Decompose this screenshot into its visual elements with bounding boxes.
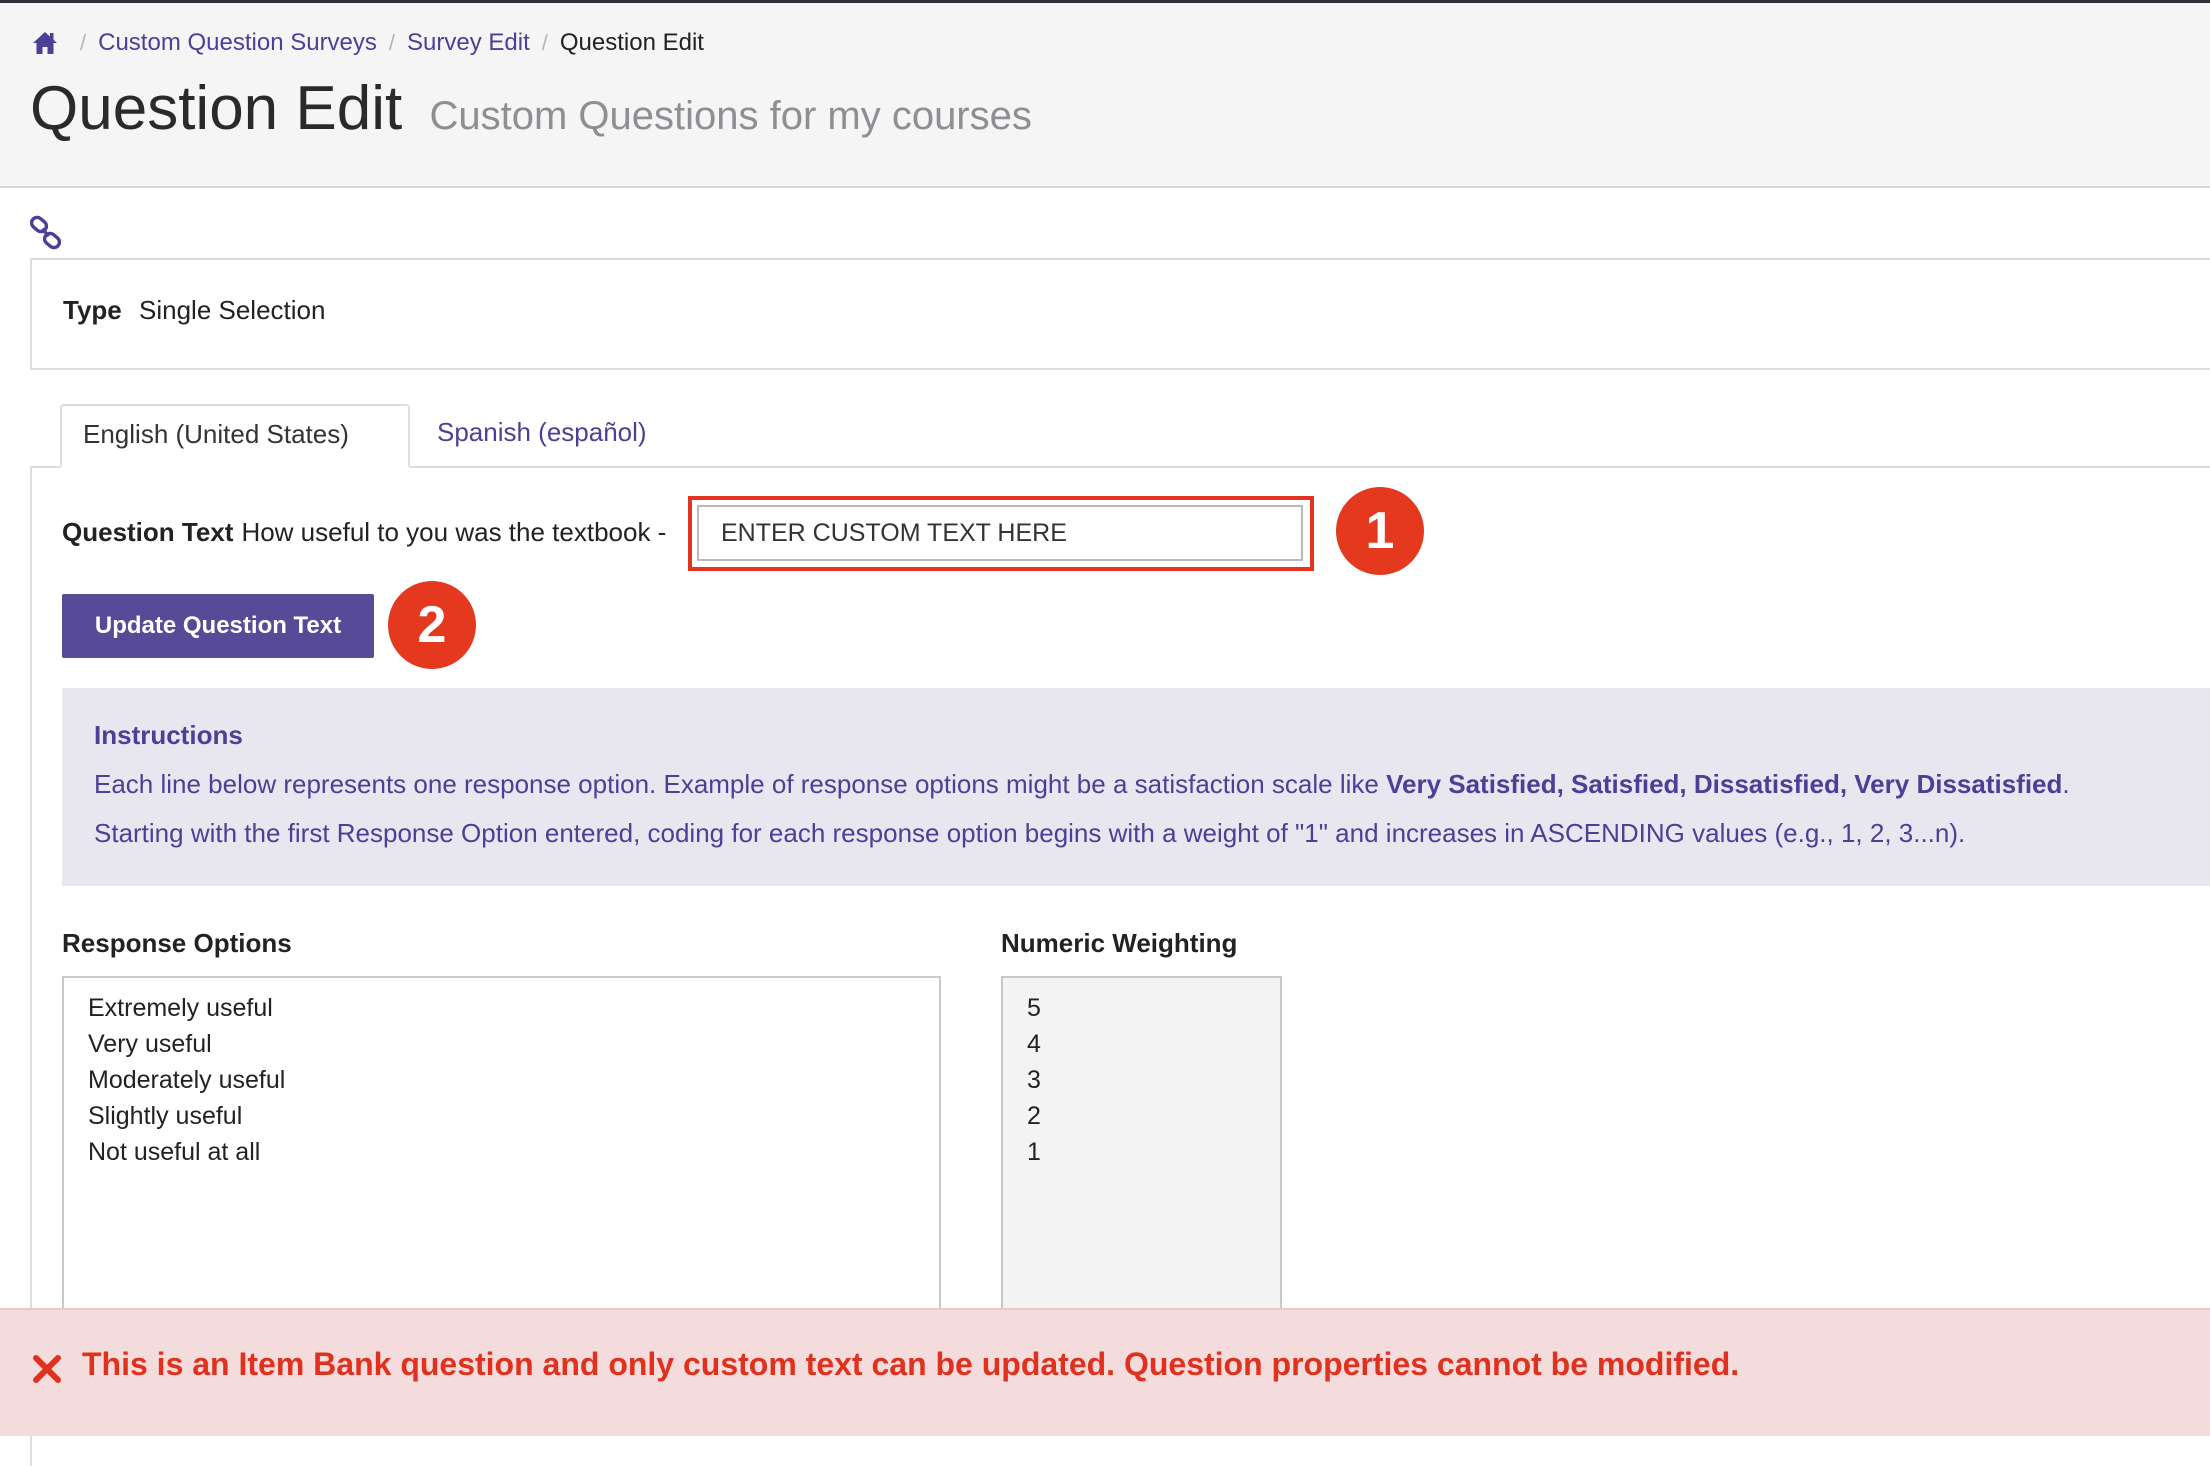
response-option: Moderately useful bbox=[88, 1066, 286, 1094]
instructions-line-1: Each line below represents one response … bbox=[94, 760, 2190, 809]
weight-value: 2 bbox=[1027, 1102, 1041, 1130]
error-banner: This is an Item Bank question and only c… bbox=[0, 1308, 2210, 1436]
tab-english[interactable]: English (United States) bbox=[60, 404, 410, 468]
breadcrumb-separator: / bbox=[388, 30, 396, 55]
instructions-panel: Instructions Each line below represents … bbox=[62, 688, 2210, 886]
instructions-title: Instructions bbox=[94, 720, 243, 750]
update-question-text-button[interactable]: Update Question Text bbox=[62, 594, 374, 658]
question-text-row: Question Text How useful to you was the … bbox=[62, 512, 666, 552]
response-option: Extremely useful bbox=[88, 994, 273, 1022]
breadcrumb-custom-question-surveys[interactable]: Custom Question Surveys bbox=[98, 29, 377, 57]
instructions-line-1-prefix: Each line below represents one response … bbox=[94, 769, 1387, 799]
question-type-label: Type bbox=[63, 295, 122, 325]
page-subtitle: Custom Questions for my courses bbox=[429, 94, 1032, 138]
response-option: Not useful at all bbox=[88, 1138, 261, 1166]
weight-value: 1 bbox=[1027, 1138, 1041, 1166]
breadcrumb-separator: / bbox=[541, 30, 548, 55]
weight-value: 3 bbox=[1027, 1066, 1041, 1094]
breadcrumb-separator: / bbox=[80, 30, 87, 55]
step-badge-2: 2 bbox=[388, 581, 476, 669]
question-type: Type Single Selection bbox=[63, 295, 325, 326]
instructions-line-1-suffix: . bbox=[2062, 769, 2070, 799]
step-badge-1: 1 bbox=[1336, 487, 1424, 575]
response-option: Slightly useful bbox=[88, 1102, 243, 1130]
response-option: Very useful bbox=[88, 1030, 212, 1058]
breadcrumb: / Custom Question Surveys / Survey Edit … bbox=[30, 21, 704, 65]
breadcrumb-current: Question Edit bbox=[559, 29, 704, 56]
custom-text-input[interactable] bbox=[697, 505, 1303, 561]
breadcrumb-survey-edit[interactable]: Survey Edit bbox=[407, 29, 530, 57]
page-title-text: Question Edit bbox=[30, 74, 403, 143]
home-icon[interactable] bbox=[30, 28, 60, 58]
link-icon[interactable] bbox=[28, 215, 64, 251]
page-header: / Custom Question Surveys / Survey Edit … bbox=[0, 3, 2210, 188]
language-tabs: English (United States) Spanish (español… bbox=[30, 404, 2210, 468]
instructions-line-1-example: Very Satisfied, Satisfied, Dissatisfied,… bbox=[1386, 769, 2063, 799]
weight-value: 4 bbox=[1027, 1030, 1041, 1058]
page-title: Question Edit Custom Questions for my co… bbox=[30, 73, 1032, 144]
numeric-weighting-label: Numeric Weighting bbox=[1001, 928, 1238, 958]
question-text-value: How useful to you was the textbook - bbox=[241, 516, 667, 547]
error-message: This is an Item Bank question and only c… bbox=[82, 1346, 1740, 1382]
question-type-panel: Type Single Selection bbox=[30, 258, 2210, 370]
response-options-label: Response Options bbox=[62, 928, 292, 958]
instructions-line-2: Starting with the first Response Option … bbox=[94, 818, 1966, 848]
weight-value: 5 bbox=[1027, 994, 1041, 1022]
question-type-value: Single Selection bbox=[139, 295, 326, 325]
question-text-label: Question Text bbox=[62, 516, 234, 547]
close-icon bbox=[33, 1355, 61, 1383]
tab-spanish[interactable]: Spanish (español) bbox=[416, 404, 668, 466]
